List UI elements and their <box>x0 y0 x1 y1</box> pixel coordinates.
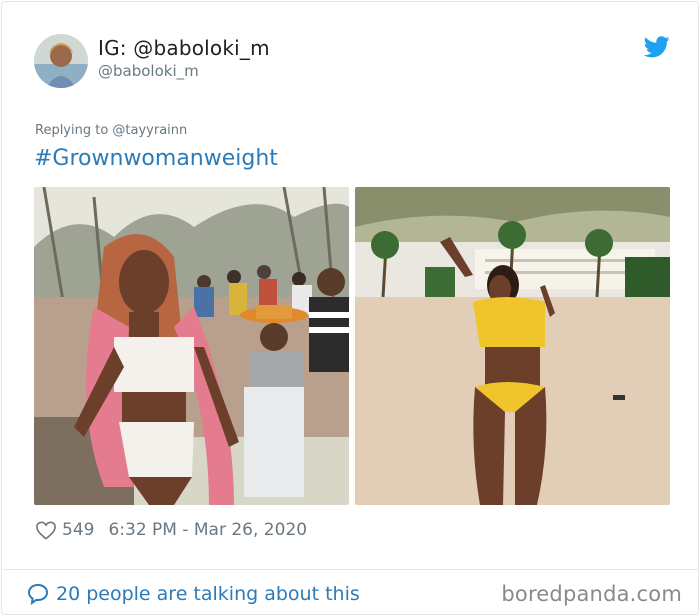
twitter-bird-icon[interactable] <box>643 36 670 58</box>
tweet-photo-left[interactable] <box>34 187 349 505</box>
like-count[interactable]: 549 <box>62 520 94 540</box>
heart-icon[interactable] <box>35 520 57 540</box>
replying-to[interactable]: Replying to @tayyrainn <box>35 123 187 138</box>
tweet-photo-right[interactable] <box>355 187 670 505</box>
tweet-card: IG: @baboloki_m @baboloki_m Replying to … <box>1 1 699 615</box>
watermark: boredpanda.com <box>501 582 682 606</box>
tweet-meta: 549 6:32 PM - Mar 26, 2020 <box>35 518 307 542</box>
display-name[interactable]: IG: @baboloki_m <box>98 36 270 60</box>
tweet-timestamp[interactable]: 6:32 PM - Mar 26, 2020 <box>108 520 307 540</box>
conversation-label[interactable]: 20 people are talking about this <box>56 583 360 605</box>
avatar[interactable] <box>34 34 88 88</box>
hashtag-link[interactable]: #Grownwomanweight <box>34 146 278 171</box>
user-handle[interactable]: @baboloki_m <box>98 62 199 80</box>
speech-bubble-icon <box>27 583 49 606</box>
conversation-link[interactable]: 20 people are talking about this <box>26 580 360 608</box>
divider <box>3 569 699 570</box>
